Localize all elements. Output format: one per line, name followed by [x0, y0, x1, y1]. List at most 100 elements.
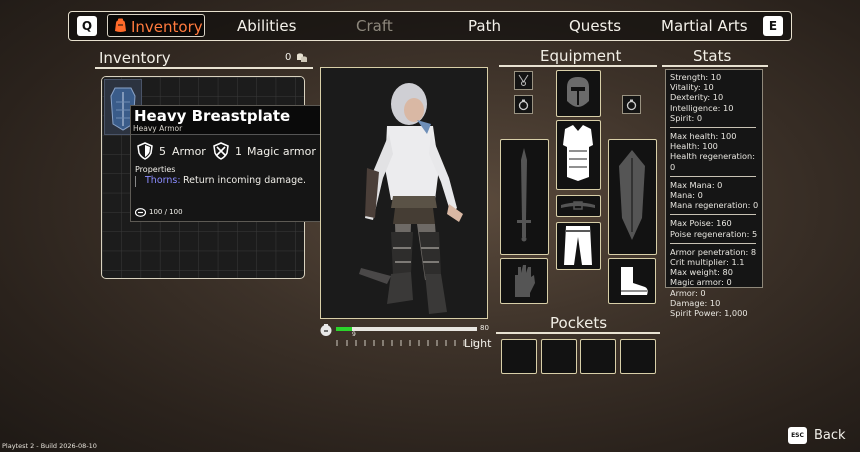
tab-craft[interactable]: Craft	[356, 17, 393, 35]
armor-value: 5	[159, 145, 166, 158]
belt-icon	[561, 201, 595, 210]
stats-health: Max health: 100 Health: 100 Health regen…	[670, 131, 762, 172]
off-hand-slot[interactable]	[608, 139, 657, 255]
stat-line: Health: 100	[670, 141, 718, 152]
stats-divider	[670, 242, 756, 244]
weight-icon	[320, 324, 332, 336]
legs-slot[interactable]	[556, 222, 601, 270]
ring-icon	[518, 99, 529, 111]
amulet-icon	[518, 74, 529, 86]
helmet-slot[interactable]	[556, 70, 601, 117]
stats-title: Stats	[693, 47, 732, 65]
stat-line: Spirit Power: 1,000	[670, 308, 748, 319]
stat-line: Spirit: 0	[670, 112, 703, 123]
tab-martial-arts[interactable]: Martial Arts	[661, 17, 748, 35]
stat-line: Armor penetration: 8	[670, 246, 757, 257]
stat-line: Magic armor: 0	[670, 277, 732, 288]
stat-line: Intelligence: 10	[670, 102, 734, 113]
pocket-slot-2[interactable]	[541, 339, 577, 374]
stat-line: Max health: 100	[670, 131, 737, 142]
magic-shield-icon	[213, 142, 229, 160]
hands-slot[interactable]	[500, 258, 548, 304]
stat-line: Poise regeneration: 5	[670, 228, 758, 239]
stats-poise: Max Poise: 160 Poise regeneration: 5	[670, 218, 762, 238]
prev-tab-key[interactable]: Q	[77, 16, 97, 36]
stat-line: Max weight: 80	[670, 267, 733, 278]
stat-line: Strength: 10	[670, 72, 722, 82]
weight-max: 80	[480, 324, 489, 332]
ring-slot-right[interactable]	[622, 95, 641, 114]
stats-attributes: Strength: 10 Vitality: 10 Dexterity: 10 …	[670, 72, 762, 123]
inventory-bag-icon	[115, 18, 126, 32]
stat-line: Mana: 0	[670, 190, 703, 201]
weight-current: 9	[352, 331, 356, 338]
tab-inventory-label: Inventory	[131, 18, 203, 36]
inventory-count: 0	[285, 52, 292, 63]
magic-armor-value: 1	[235, 145, 242, 158]
equipment-title: Equipment	[540, 47, 622, 65]
character-figure	[359, 83, 463, 314]
inventory-underline	[95, 67, 313, 69]
belt-slot[interactable]	[556, 195, 601, 217]
stats-divider	[670, 214, 756, 216]
stats-panel: Strength: 10 Vitality: 10 Dexterity: 10 …	[665, 69, 763, 318]
stats-mana: Max Mana: 0 Mana: 0 Mana regeneration: 0	[670, 180, 762, 211]
build-label: Playtest 2 - Build 2026-08-10	[2, 442, 97, 450]
inventory-title: Inventory	[99, 49, 171, 67]
chest-slot[interactable]	[556, 120, 601, 190]
pocket-slot-3[interactable]	[580, 339, 616, 374]
stats-divider	[670, 175, 756, 177]
amulet-slot[interactable]	[514, 71, 533, 90]
esc-key[interactable]: ESC	[788, 427, 807, 444]
stat-line: Vitality: 10	[670, 82, 714, 93]
ring-slot-left[interactable]	[514, 95, 533, 114]
weight-bar-ticks	[336, 331, 477, 346]
tab-abilities[interactable]: Abilities	[237, 17, 296, 35]
character-preview[interactable]	[320, 67, 488, 319]
back-button[interactable]: Back	[814, 428, 846, 443]
stat-line: Mana regeneration: 0	[670, 200, 759, 211]
tooltip-item-name: Heavy Breastplate	[134, 107, 291, 125]
helmet-icon	[567, 77, 589, 107]
stats-divider	[670, 127, 756, 129]
stat-line: Damage: 10	[670, 297, 721, 308]
stat-line: Health regeneration: 0	[670, 151, 755, 172]
boots-icon	[621, 267, 648, 295]
armor-label: Armor	[172, 145, 206, 158]
leggings-icon	[564, 226, 592, 265]
stat-line: Armor: 0	[670, 287, 706, 298]
durability-icon	[135, 208, 146, 217]
tooltip-item-type: Heavy Armor	[133, 124, 183, 133]
shield-icon	[137, 142, 153, 160]
next-tab-key[interactable]: E	[763, 16, 783, 36]
pockets-title: Pockets	[550, 314, 608, 332]
glove-icon	[515, 265, 535, 297]
tab-path[interactable]: Path	[468, 17, 501, 35]
stats-underline	[662, 65, 768, 67]
feet-slot[interactable]	[608, 258, 656, 304]
properties-heading: Properties	[135, 165, 176, 174]
main-hand-slot[interactable]	[500, 139, 549, 255]
property-description: Return incoming damage.	[183, 175, 307, 186]
weight-class-label: Light	[464, 337, 492, 350]
top-nav-bar: Q Inventory Abilities Craft Path Quests …	[68, 11, 792, 41]
stats-combat: Armor penetration: 8 Crit multiplier: 1.…	[670, 247, 762, 318]
durability-value: 100 / 100	[149, 208, 183, 216]
property-name: Thorns:	[145, 175, 181, 186]
chest-armor-icon	[563, 125, 593, 181]
stat-line: Max Mana: 0	[670, 179, 723, 190]
pocket-slot-4[interactable]	[620, 339, 656, 374]
magic-armor-label: Magic armor	[247, 145, 316, 158]
stat-line: Dexterity: 10	[670, 92, 724, 103]
pockets-underline	[496, 332, 660, 334]
tab-quests[interactable]: Quests	[569, 17, 621, 35]
sword-icon	[517, 148, 531, 242]
tab-inventory[interactable]: Inventory	[107, 14, 205, 37]
equipment-underline	[499, 65, 657, 67]
stat-line: Crit multiplier: 1.1	[670, 257, 745, 268]
stat-line: Max Poise: 160	[670, 218, 732, 229]
shield-slot-icon	[619, 150, 645, 240]
ring-icon	[626, 99, 637, 111]
pocket-slot-1[interactable]	[501, 339, 537, 374]
coin-stack-icon	[297, 53, 307, 62]
